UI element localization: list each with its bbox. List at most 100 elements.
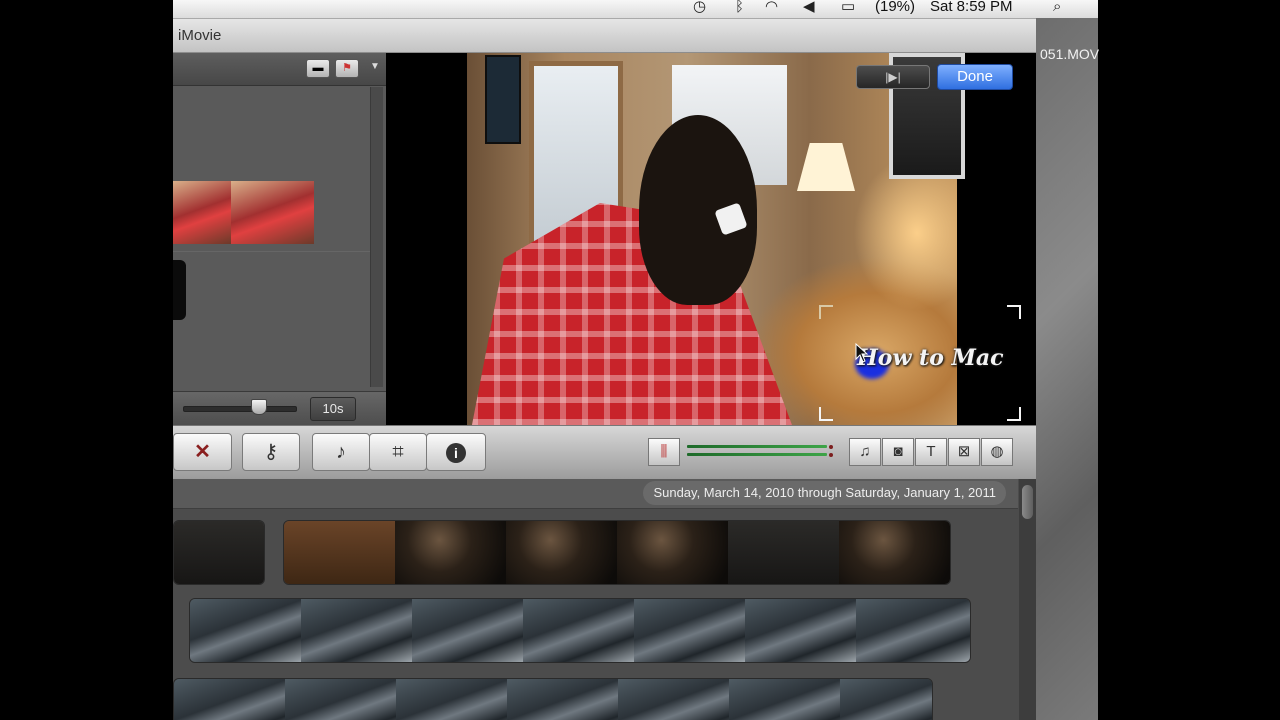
crop-corner-top-right[interactable] bbox=[1007, 305, 1021, 319]
flag-icon: ⚑ bbox=[342, 62, 352, 74]
screen: ◷ ᛒ ◠ ◀ ▭ (19%) Sat 8:59 PM ⌕ 051.MOV iM… bbox=[0, 0, 1280, 720]
browser-scrollbar[interactable] bbox=[1019, 479, 1036, 720]
library-clip-edge bbox=[173, 260, 186, 320]
crop-corner-bottom-left[interactable] bbox=[819, 407, 833, 421]
clip-frame bbox=[284, 521, 396, 584]
desktop-file-label[interactable]: 051.MOV bbox=[1040, 46, 1099, 62]
camera-icon: ◙ bbox=[893, 443, 903, 460]
scene-lamp bbox=[797, 143, 855, 191]
clip-frame bbox=[412, 599, 524, 662]
crop-button[interactable]: ⌗ bbox=[369, 433, 427, 471]
zoom-duration-label: 10s bbox=[310, 397, 356, 421]
audio-meter-peak bbox=[829, 445, 833, 449]
info-icon: i bbox=[446, 443, 466, 463]
globe-icon: ◍ bbox=[990, 443, 1004, 460]
microphone-icon: ♪ bbox=[336, 441, 346, 463]
clip-frame bbox=[301, 599, 413, 662]
clip-frame bbox=[617, 521, 729, 584]
chapter-marker-button[interactable]: ⚑ bbox=[335, 59, 359, 78]
volume-icon[interactable]: ◀ bbox=[803, 0, 815, 16]
edit-toolbar: ✕ ⚷ ♪ ⌗ i ⫼ ♫ ◙ T ⊠ ◍ bbox=[173, 425, 1036, 479]
transitions-browser-button[interactable]: ⊠ bbox=[948, 438, 980, 466]
keyword-button[interactable]: ⚷ bbox=[242, 433, 300, 471]
audio-meter-left bbox=[687, 445, 827, 448]
menubar-clock[interactable]: Sat 8:59 PM bbox=[930, 0, 1013, 16]
x-icon: ✕ bbox=[194, 441, 211, 463]
date-range-bar: Sunday, March 14, 2010 through Saturday,… bbox=[173, 479, 1018, 509]
event-browser: Sunday, March 14, 2010 through Saturday,… bbox=[173, 479, 1036, 720]
crop-corner-bottom-right[interactable] bbox=[1007, 407, 1021, 421]
clip-frame bbox=[190, 599, 302, 662]
browser-scroll-thumb[interactable] bbox=[1022, 485, 1033, 519]
inspector-button[interactable]: i bbox=[426, 433, 486, 471]
clip-frame bbox=[728, 521, 840, 584]
speech-bubble-icon: ▬ bbox=[312, 62, 324, 74]
music-note-icon: ♫ bbox=[859, 443, 871, 460]
battery-icon[interactable]: ▭ bbox=[841, 0, 855, 16]
library-header: ▬ ⚑ ▼ bbox=[173, 53, 386, 86]
title-t-icon: T bbox=[926, 443, 936, 460]
key-icon: ⚷ bbox=[263, 441, 279, 463]
wifi-icon[interactable]: ◠ bbox=[765, 0, 778, 16]
watermark-logo: How to Mac bbox=[857, 345, 1004, 371]
clip-thumbnail[interactable] bbox=[231, 181, 314, 244]
library-clip-thumbnails[interactable] bbox=[173, 181, 314, 244]
crop-corner-top-left[interactable] bbox=[819, 305, 833, 319]
clip-frame bbox=[174, 679, 286, 720]
zoom-slider-handle[interactable] bbox=[251, 399, 267, 415]
event-library-pane: ▬ ⚑ ▼ 10s bbox=[173, 53, 386, 426]
chevron-down-icon[interactable]: ▼ bbox=[370, 61, 380, 72]
audio-meter-right bbox=[687, 453, 827, 456]
clip-frame bbox=[729, 679, 841, 720]
clip-frame bbox=[396, 679, 508, 720]
music-browser-button[interactable]: ♫ bbox=[849, 438, 881, 466]
clip-filmstrip[interactable] bbox=[173, 678, 933, 720]
clip-thumbnail[interactable] bbox=[173, 181, 231, 244]
library-scrollbar[interactable] bbox=[370, 87, 383, 387]
reject-button[interactable]: ✕ bbox=[173, 433, 232, 471]
play-button[interactable]: |▶| bbox=[856, 65, 930, 89]
clip-frame bbox=[618, 679, 730, 720]
clip-frame bbox=[506, 521, 618, 584]
spotlight-search-icon[interactable]: ⌕ bbox=[1053, 0, 1061, 16]
clip-frame bbox=[523, 599, 635, 662]
window-title-bar[interactable]: iMovie bbox=[173, 19, 1036, 53]
desktop-background bbox=[1036, 18, 1098, 720]
comment-marker-button[interactable]: ▬ bbox=[306, 59, 330, 78]
battery-percent: (19%) bbox=[875, 0, 916, 15]
clip-frame bbox=[174, 521, 264, 584]
clip-filmstrip[interactable] bbox=[283, 520, 951, 585]
menu-bar: ◷ ᛒ ◠ ◀ ▭ (19%) Sat 8:59 PM ⌕ bbox=[173, 0, 1098, 19]
transition-icon: ⊠ bbox=[957, 443, 971, 460]
clip-frame bbox=[840, 679, 932, 720]
audio-skimming-button[interactable]: ⫼ bbox=[648, 438, 680, 466]
window-title: iMovie bbox=[178, 27, 222, 44]
done-button[interactable]: Done bbox=[937, 64, 1013, 90]
clip-frame bbox=[285, 679, 397, 720]
clip-frame bbox=[745, 599, 857, 662]
bluetooth-icon[interactable]: ᛒ bbox=[735, 0, 744, 16]
waveform-icon: ⫼ bbox=[660, 443, 668, 460]
titles-browser-button[interactable]: T bbox=[915, 438, 947, 466]
clip-frame bbox=[507, 679, 619, 720]
voiceover-button[interactable]: ♪ bbox=[312, 433, 370, 471]
clip-frame bbox=[395, 521, 507, 584]
photo-browser-button[interactable]: ◙ bbox=[882, 438, 914, 466]
audio-level-meter bbox=[687, 443, 833, 459]
clip-frame bbox=[856, 599, 970, 662]
scene-tv bbox=[485, 55, 521, 144]
mouse-cursor-icon bbox=[855, 343, 869, 363]
zoom-slider-track[interactable] bbox=[183, 406, 297, 412]
clip-filmstrip[interactable] bbox=[189, 598, 971, 663]
clip-frame bbox=[839, 521, 950, 584]
time-machine-icon[interactable]: ◷ bbox=[693, 0, 706, 16]
date-range-label: Sunday, March 14, 2010 through Saturday,… bbox=[643, 481, 1006, 505]
zoom-control-bar: 10s bbox=[173, 391, 386, 426]
clip-frame bbox=[634, 599, 746, 662]
audio-meter-peak bbox=[829, 453, 833, 457]
crop-icon: ⌗ bbox=[392, 441, 404, 463]
clip-filmstrip[interactable] bbox=[173, 520, 265, 585]
library-divider bbox=[173, 251, 370, 252]
maps-browser-button[interactable]: ◍ bbox=[981, 438, 1013, 466]
video-viewer: How to Mac |▶| Done bbox=[387, 53, 1036, 425]
